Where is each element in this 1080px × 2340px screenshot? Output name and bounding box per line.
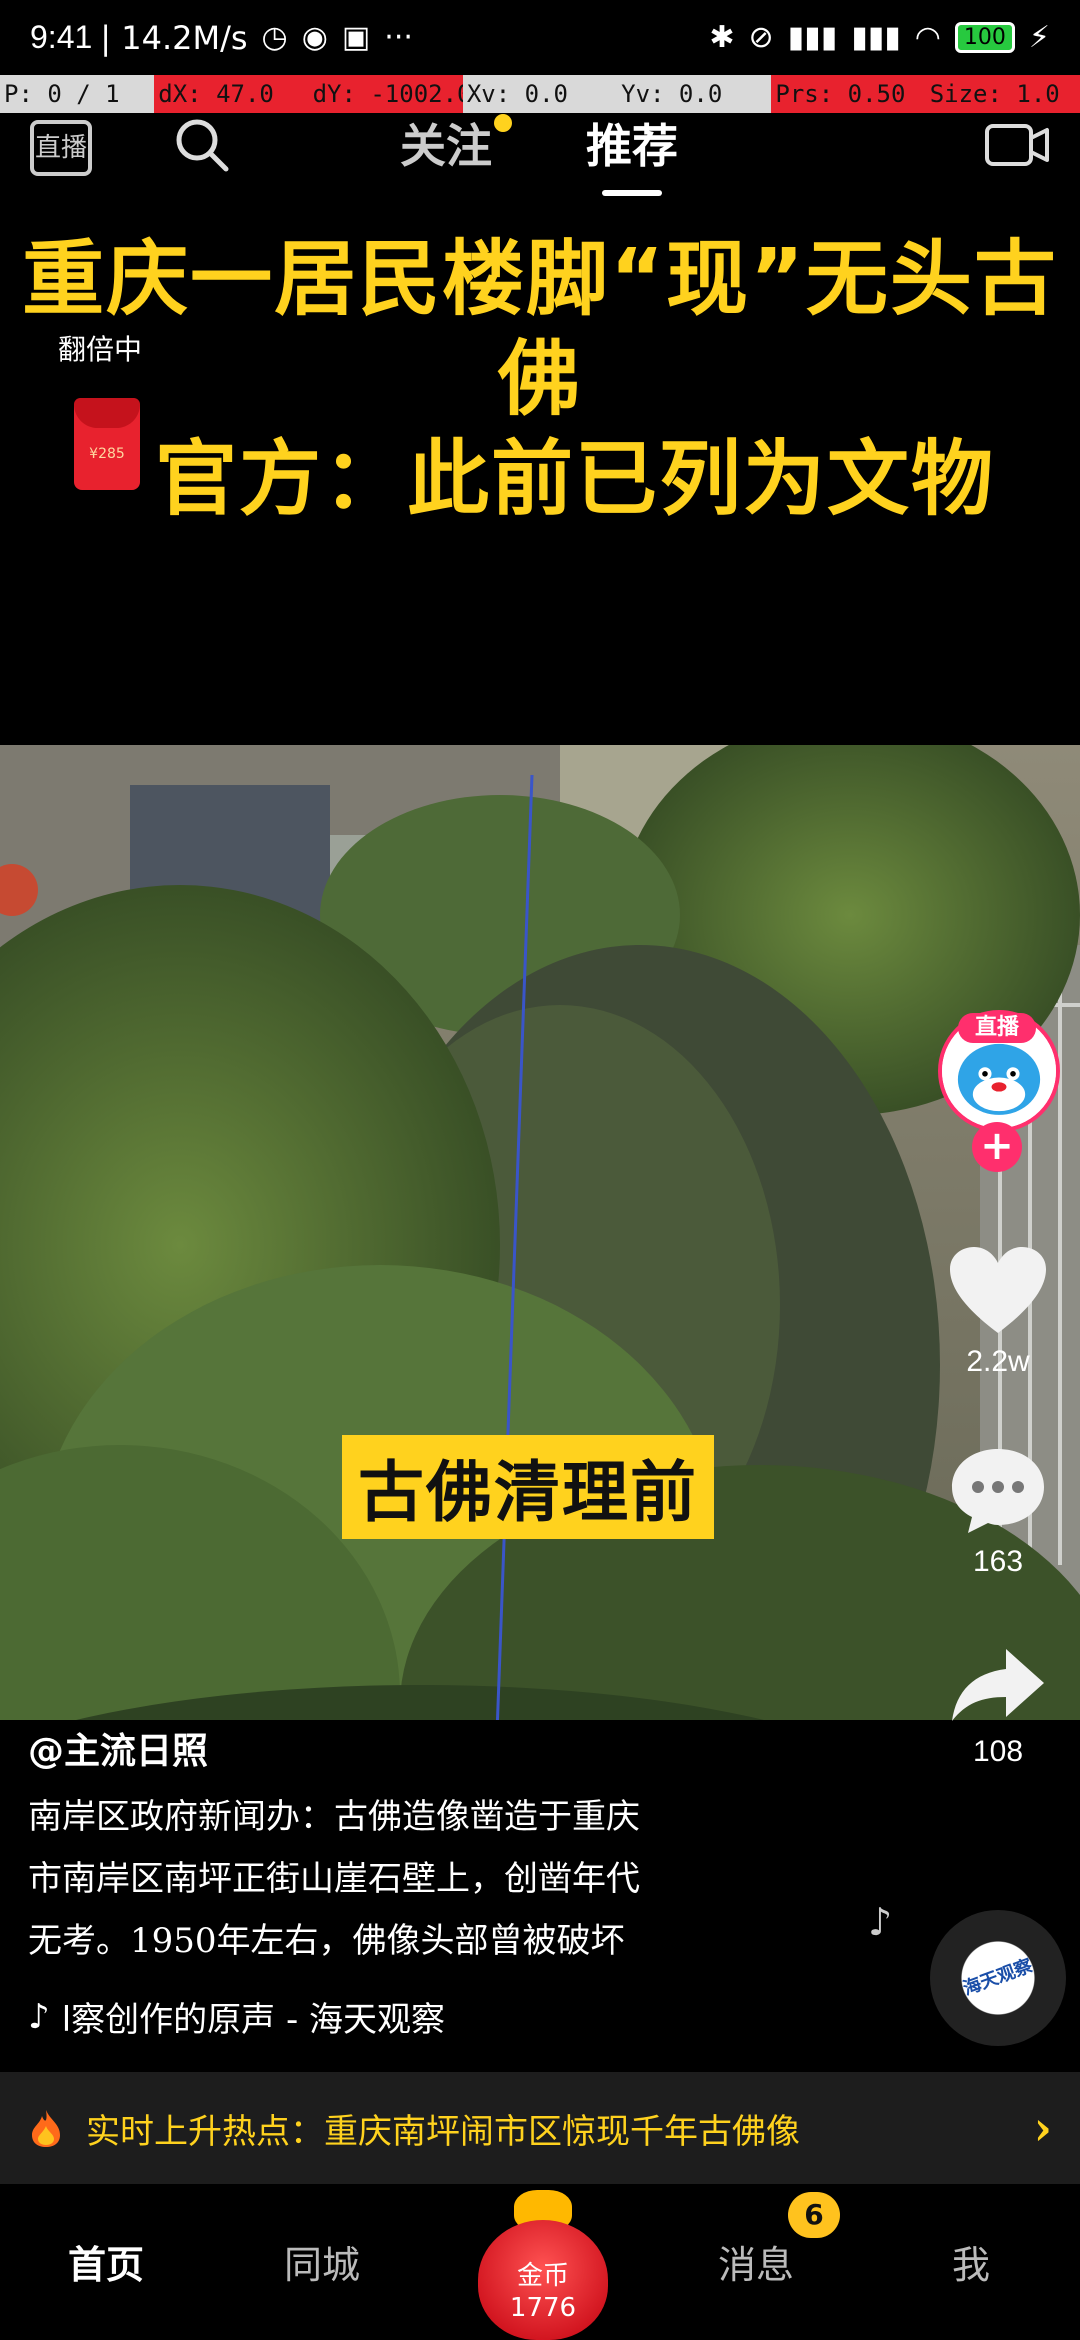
tab-follow-label: 关注 — [400, 119, 492, 173]
author-name[interactable]: @主流日照 — [28, 1722, 208, 1774]
status-bar: 9:41 | 14.2M/s ◷ ◉ ▣ ··· ✱ ⊘ ▮▮▮ ▮▮▮ ◠ 1… — [0, 0, 1080, 75]
headline-line-1: 重庆一居民楼脚“现”无头古佛 — [22, 232, 1058, 427]
live-badge: 直播 — [958, 1013, 1036, 1043]
network-speed: | 14.2M/s — [100, 18, 248, 57]
headline-line-2: 官方：此前已列为文物 — [154, 432, 995, 527]
wifi-icon: ◠ — [914, 20, 941, 55]
messages-badge: 6 — [788, 2192, 840, 2238]
message-notification-icon: ▣ — [341, 20, 371, 55]
description-line: 南岸区政府新闻办：古佛造像凿造于重庆 — [28, 1797, 640, 1837]
alarm-icon: ◷ — [261, 20, 288, 55]
post-description[interactable]: 南岸区政府新闻办：古佛造像凿造于重庆 市南岸区南坪正街山崖石壁上，创凿年代 无考… — [28, 1786, 788, 1972]
coin-button[interactable]: 金币 1776 — [478, 2190, 608, 2340]
floating-note-icon: ♪ — [868, 1900, 893, 1944]
comment-button[interactable]: 163 — [938, 1445, 1058, 1579]
like-button[interactable]: 2.2w — [938, 1245, 1058, 1379]
tab-me[interactable]: 我 — [952, 2234, 990, 2289]
top-nav: 直播 关注 推荐 — [0, 100, 1080, 210]
status-time: 9:41 — [30, 19, 93, 55]
music-disc-label: 海天观察 — [960, 1955, 1036, 2000]
dnd-icon: ⊘ — [748, 20, 774, 55]
red-packet-flap — [74, 398, 140, 428]
description-line: 市南岸区南坪正街山崖石壁上，创凿年代 — [28, 1859, 640, 1899]
coin-label: 金币 1776 — [478, 2260, 608, 2324]
flame-icon — [32, 2110, 60, 2147]
hot-topic-text: 实时上升热点：重庆南坪闹市区惊现千年古佛像 — [86, 2111, 800, 2152]
share-icon — [952, 1649, 1044, 1721]
charging-icon: ⚡ — [1028, 20, 1050, 55]
tab-recommend[interactable]: 推荐 — [586, 110, 678, 176]
video-headline: 重庆一居民楼脚“现”无头古佛 官方：此前已列为文物 — [0, 230, 1080, 530]
signal-2-icon: ▮▮▮ — [851, 20, 901, 55]
system-icons: ✱ ⊘ ▮▮▮ ▮▮▮ ◠ 100 ⚡ — [709, 20, 1050, 55]
tab-nearby[interactable]: 同城 — [284, 2234, 360, 2289]
tab-home[interactable]: 首页 — [68, 2234, 144, 2289]
coin-value: 1776 — [509, 2293, 577, 2323]
notification-icons: ◷ ◉ ▣ ··· — [262, 20, 413, 55]
new-content-dot — [494, 114, 512, 132]
video-caption-tag: 古佛清理前 — [342, 1435, 714, 1539]
app-notification-icon: ◉ — [301, 20, 328, 55]
music-note-icon: ♪ — [28, 1996, 50, 2037]
comment-count: 163 — [972, 1545, 1024, 1578]
live-entry-button[interactable]: 直播 — [30, 120, 92, 176]
share-count: 108 — [972, 1735, 1024, 1768]
signal-icon: ▮▮▮ — [787, 20, 838, 55]
hot-topic-bar[interactable]: 实时上升热点：重庆南坪闹市区惊现千年古佛像 › — [0, 2072, 1080, 2184]
music-info[interactable]: ♪ l察创作的原声 - 海天观察 — [28, 1992, 445, 2041]
comment-icon — [952, 1449, 1044, 1533]
heart-icon — [950, 1247, 1046, 1333]
red-packet-button[interactable]: ¥285 — [74, 398, 140, 490]
tab-follow[interactable]: 关注 — [400, 110, 512, 176]
red-packet-amount: ¥285 — [89, 446, 125, 462]
bluetooth-icon: ✱ — [709, 20, 735, 55]
tab-messages[interactable]: 消息 — [718, 2234, 794, 2289]
active-tab-indicator — [602, 190, 662, 196]
share-button[interactable]: 108 — [938, 1645, 1058, 1769]
music-disc[interactable]: 海天观察 — [930, 1910, 1066, 2046]
like-count: 2.2w — [966, 1345, 1030, 1378]
music-title: l察创作的原声 - 海天观察 — [61, 2000, 446, 2040]
follow-button[interactable]: + — [972, 1122, 1022, 1172]
description-line: 无考。1950年左右，佛像头部曾被破坏 — [28, 1921, 625, 1961]
camera-icon[interactable] — [984, 120, 1050, 170]
chevron-right-icon: › — [1033, 2101, 1052, 2155]
red-packet-label: 翻倍中 — [58, 333, 143, 366]
battery-icon: 100 — [954, 22, 1015, 53]
coin-title: 金币 — [516, 2261, 569, 2291]
video-frame — [0, 745, 1080, 1720]
search-icon[interactable] — [172, 115, 232, 175]
more-notifications-icon: ··· — [384, 20, 413, 55]
